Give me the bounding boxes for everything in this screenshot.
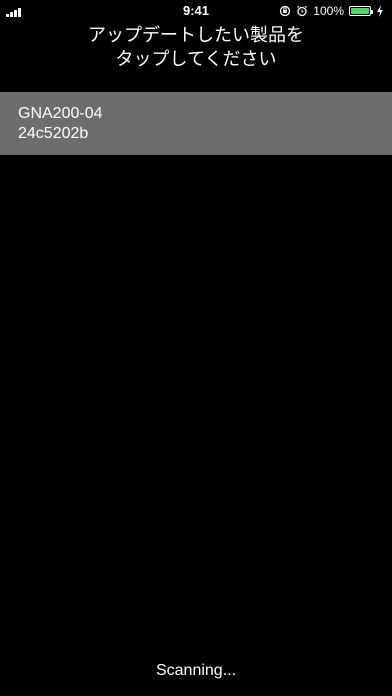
lock-rotation-icon [280,5,291,17]
battery-icon [349,6,373,16]
page-title-line-2: タップしてください [115,49,277,70]
battery-percent: 100% [313,4,344,18]
status-right-group: 100% [279,3,384,19]
device-row[interactable]: GNA200-04 24c5202b [0,92,392,155]
page-title: アップデートしたい製品を タップしてください [0,24,392,72]
alarm-icon [297,5,308,17]
device-list: GNA200-04 24c5202b [0,92,392,155]
charging-icon [377,5,383,17]
page-title-line-1: アップデートしたい製品を [88,25,304,46]
battery-level-fill [351,8,369,14]
status-bar: 9:41 100% [0,0,392,22]
device-id: 24c5202b [18,125,89,142]
scanning-status: Scanning... [155,662,237,679]
device-name: GNA200-04 [18,105,103,122]
